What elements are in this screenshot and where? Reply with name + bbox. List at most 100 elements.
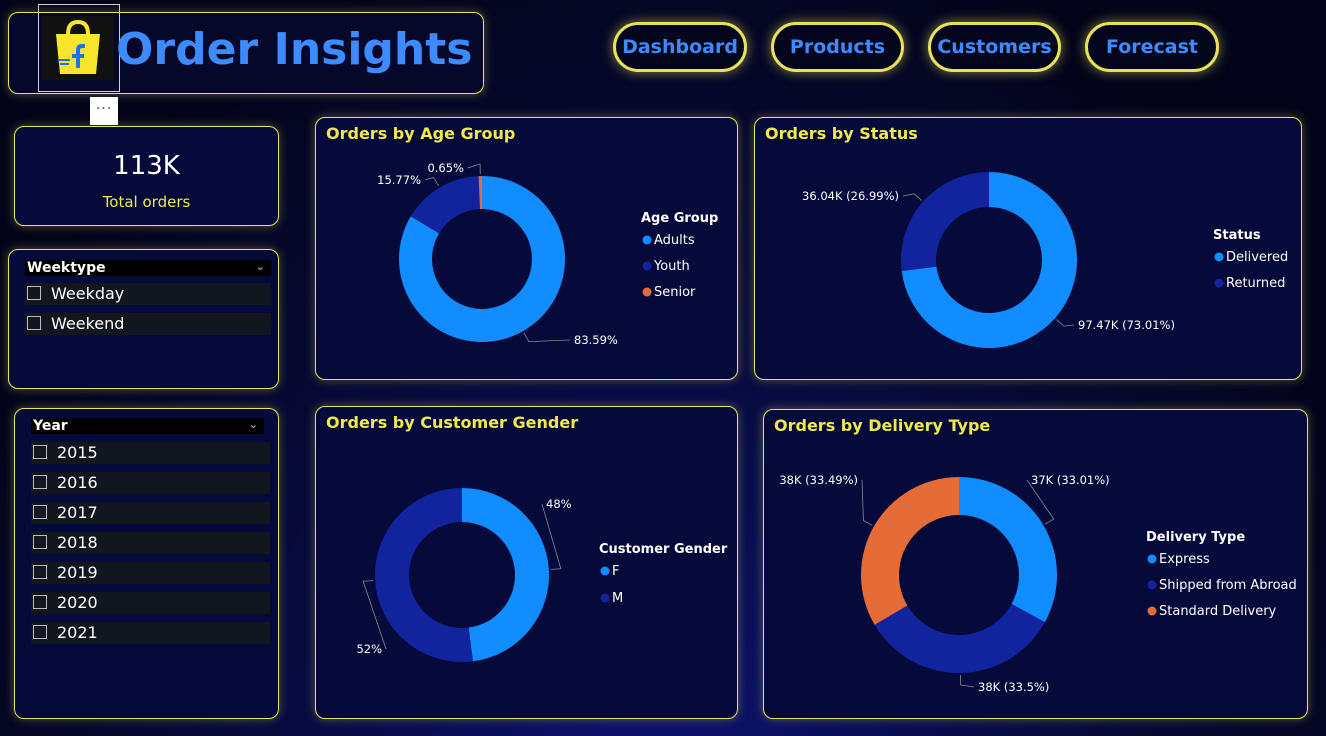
leader-line bbox=[467, 163, 481, 175]
leader-line bbox=[902, 193, 922, 201]
checkbox[interactable] bbox=[33, 595, 47, 609]
year-option-label: 2018 bbox=[57, 533, 98, 552]
checkbox[interactable] bbox=[27, 316, 41, 330]
donut-slice[interactable] bbox=[861, 477, 959, 625]
legend-marker bbox=[1147, 580, 1157, 590]
year-option[interactable]: 2021 bbox=[31, 622, 270, 644]
data-label: 83.59% bbox=[574, 333, 618, 347]
legend-item[interactable]: Express bbox=[1159, 552, 1210, 567]
legend-item[interactable]: Adults bbox=[654, 233, 695, 248]
year-option[interactable]: 2017 bbox=[31, 502, 270, 524]
year-option-label: 2017 bbox=[57, 503, 98, 522]
legend-item[interactable]: Youth bbox=[653, 259, 690, 274]
leader-line bbox=[1056, 319, 1075, 327]
checkbox[interactable] bbox=[33, 445, 47, 459]
status-donut-chart[interactable]: 97.47K (73.01%) 36.04K (26.99%) Status Deli… bbox=[755, 118, 1303, 381]
donut-slice[interactable] bbox=[959, 477, 1057, 623]
checkbox[interactable] bbox=[33, 505, 47, 519]
legend-title: Customer Gender bbox=[599, 542, 728, 557]
legend-item[interactable]: Delivered bbox=[1226, 250, 1288, 265]
donut-slice[interactable] bbox=[874, 603, 1045, 673]
donut-slice[interactable] bbox=[901, 172, 989, 271]
donut-slice[interactable] bbox=[374, 488, 473, 662]
legend-marker bbox=[1147, 606, 1157, 616]
legend-item[interactable]: M bbox=[612, 591, 623, 606]
legend-marker bbox=[1214, 252, 1224, 262]
year-slicer-header[interactable]: Year ⌄ bbox=[31, 418, 264, 434]
nav-dashboard-button[interactable]: Dashboard bbox=[613, 22, 747, 72]
nav-customers-button[interactable]: Customers bbox=[928, 22, 1061, 72]
total-orders-label: Total orders bbox=[102, 193, 191, 211]
flipkart-logo-icon bbox=[42, 16, 114, 80]
year-option-label: 2019 bbox=[57, 563, 98, 582]
legend-item[interactable]: Standard Delivery bbox=[1159, 604, 1277, 619]
weektype-option-label: Weekend bbox=[51, 314, 125, 333]
data-label: 38K (33.5%) bbox=[978, 680, 1049, 694]
donut-slice[interactable] bbox=[462, 488, 549, 662]
checkbox[interactable] bbox=[33, 535, 47, 549]
legend-marker bbox=[600, 593, 610, 603]
total-orders-card: 113K Total orders bbox=[14, 126, 279, 226]
year-option-label: 2020 bbox=[57, 593, 98, 612]
chevron-down-icon[interactable]: ⌄ bbox=[249, 417, 258, 433]
legend-title: Age Group bbox=[641, 211, 718, 226]
legend-item[interactable]: Returned bbox=[1226, 276, 1285, 291]
year-option-label: 2016 bbox=[57, 473, 98, 492]
delivery-type-chart-panel: Orders by Delivery Type 37K (33.01%) 38K … bbox=[763, 409, 1308, 719]
weektype-slicer-title: Weektype bbox=[27, 260, 106, 276]
checkbox[interactable] bbox=[33, 475, 47, 489]
data-label: 0.65% bbox=[427, 161, 464, 175]
year-option-label: 2021 bbox=[57, 623, 98, 642]
year-option-label: 2015 bbox=[57, 443, 98, 462]
year-option[interactable]: 2020 bbox=[31, 592, 270, 614]
age-group-donut-chart[interactable]: 83.59% 15.77% 0.65% Age Group Adults Youth Sen… bbox=[316, 118, 739, 381]
legend-item[interactable]: Senior bbox=[654, 285, 696, 300]
year-slicer-title: Year bbox=[33, 418, 68, 434]
legend-item[interactable]: F bbox=[612, 564, 619, 579]
data-label: 36.04K (26.99%) bbox=[802, 189, 899, 203]
nav-forecast-button[interactable]: Forecast bbox=[1085, 22, 1219, 72]
weektype-slicer: Weektype ⌄ Weekday Weekend bbox=[8, 249, 279, 389]
chevron-down-icon[interactable]: ⌄ bbox=[256, 259, 265, 275]
data-label: 48% bbox=[546, 497, 572, 511]
data-label: 15.77% bbox=[377, 173, 421, 187]
year-option[interactable]: 2016 bbox=[31, 472, 270, 494]
gender-chart-panel: Orders by Customer Gender 48% 52% Customer… bbox=[315, 406, 738, 719]
leader-line bbox=[861, 479, 873, 526]
gender-donut-chart[interactable]: 48% 52% Customer Gender FM bbox=[316, 407, 739, 720]
legend-title: Delivery Type bbox=[1146, 530, 1245, 545]
legend-marker bbox=[600, 566, 610, 576]
checkbox[interactable] bbox=[33, 565, 47, 579]
legend-marker bbox=[1147, 554, 1157, 564]
checkbox[interactable] bbox=[27, 286, 41, 300]
data-label: 38K (33.49%) bbox=[779, 473, 858, 487]
year-option[interactable]: 2019 bbox=[31, 562, 270, 584]
leader-line bbox=[523, 332, 571, 343]
year-option[interactable]: 2015 bbox=[31, 442, 270, 464]
year-option[interactable]: 2018 bbox=[31, 532, 270, 554]
legend-marker bbox=[642, 287, 652, 297]
legend-marker bbox=[1214, 278, 1224, 288]
legend-marker bbox=[642, 235, 652, 245]
checkbox[interactable] bbox=[33, 625, 47, 639]
data-label: 52% bbox=[356, 642, 382, 656]
leader-line bbox=[960, 674, 975, 688]
data-label: 37K (33.01%) bbox=[1031, 473, 1110, 487]
legend-title: Status bbox=[1213, 228, 1261, 243]
delivery-type-donut-chart[interactable]: 37K (33.01%) 38K (33.5%) 38K (33.49%) Deliv… bbox=[764, 410, 1309, 720]
weektype-option[interactable]: Weekend bbox=[25, 313, 271, 335]
legend-marker bbox=[642, 261, 652, 271]
more-options-button[interactable]: ··· bbox=[90, 97, 118, 125]
weektype-slicer-header[interactable]: Weektype ⌄ bbox=[25, 260, 271, 276]
app-title: Order Insights bbox=[116, 24, 473, 75]
age-group-chart-panel: Orders by Age Group 83.59% 15.77% 0.65% Age… bbox=[315, 117, 738, 380]
status-chart-panel: Orders by Status 97.47K (73.01%) 36.04K (… bbox=[754, 117, 1302, 380]
weektype-option[interactable]: Weekday bbox=[25, 283, 271, 305]
year-slicer: Year ⌄ 2015 2016 2017 2018 2019 2020 202… bbox=[14, 408, 279, 719]
legend-item[interactable]: Shipped from Abroad bbox=[1159, 578, 1297, 593]
nav-products-button[interactable]: Products bbox=[771, 22, 904, 72]
weektype-option-label: Weekday bbox=[51, 284, 125, 303]
total-orders-value: 113K bbox=[113, 151, 180, 181]
data-label: 97.47K (73.01%) bbox=[1078, 318, 1175, 332]
leader-line bbox=[424, 176, 439, 187]
